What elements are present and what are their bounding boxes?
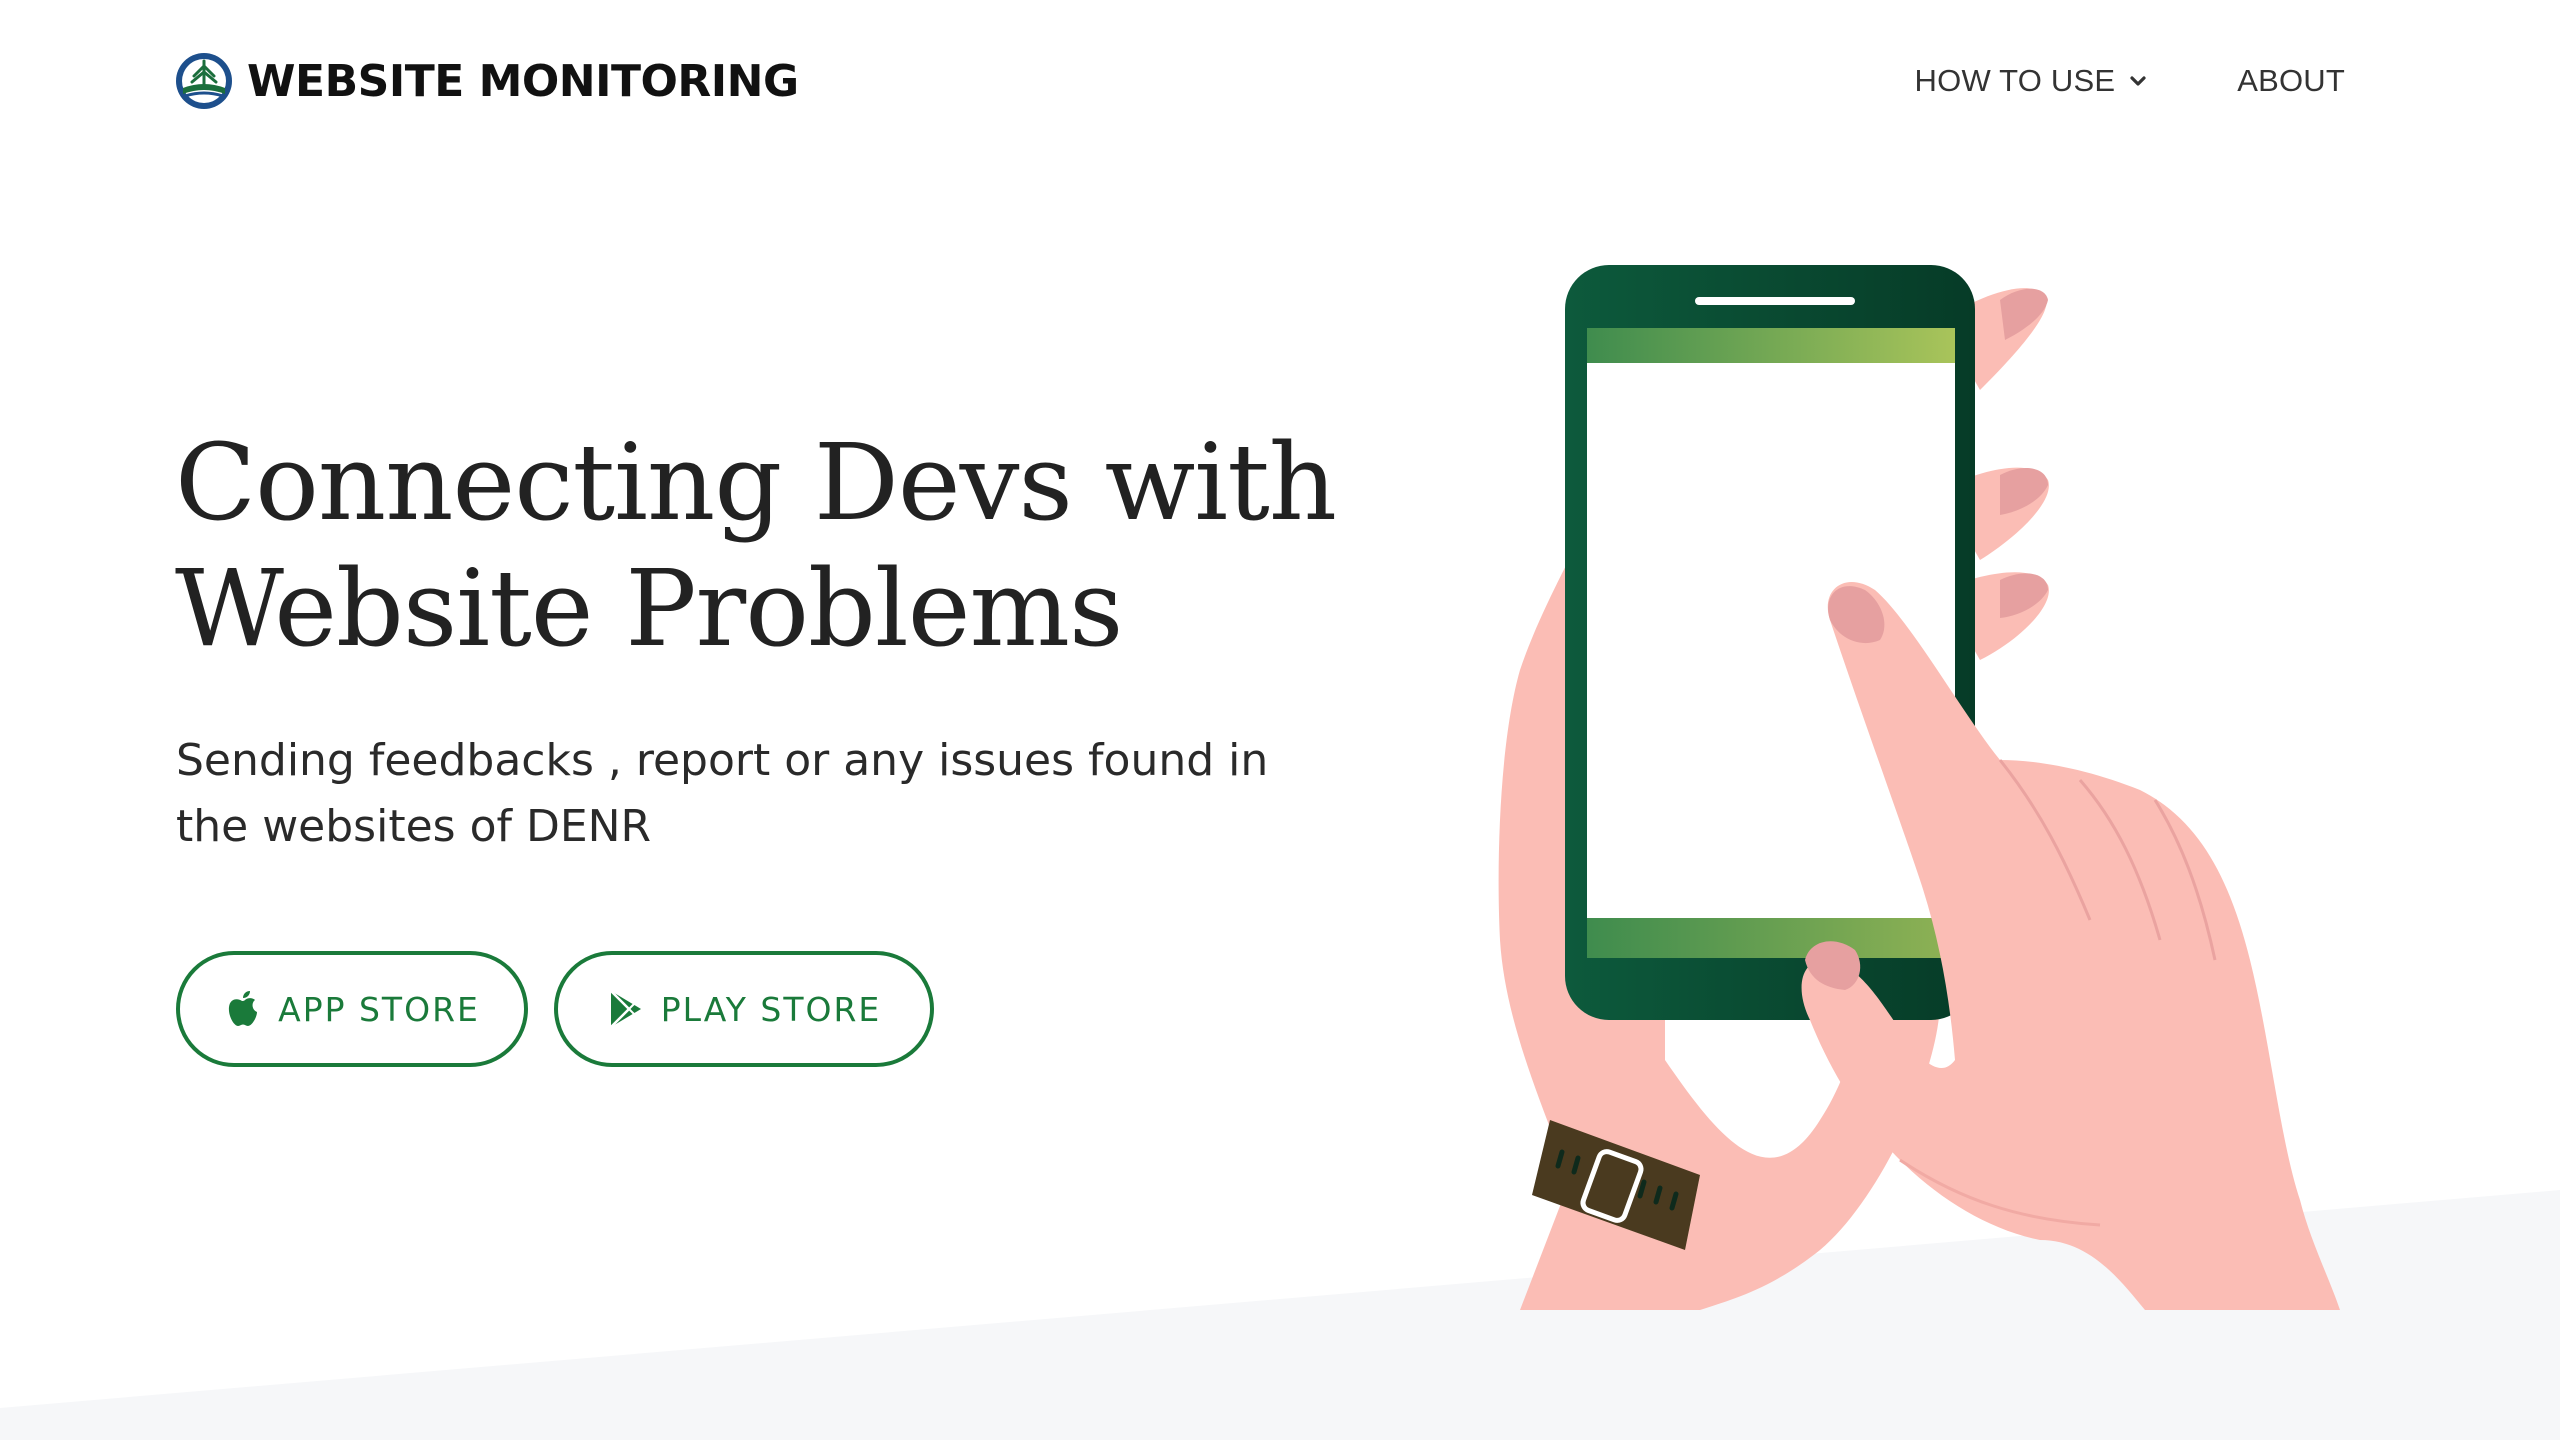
main-nav: HOW TO USE ABOUT — [1915, 63, 2345, 99]
hands-holding-phone-illustration — [1498, 265, 2340, 1310]
brand-name: WEBSITE MONITORING — [247, 55, 799, 107]
nav-about[interactable]: ABOUT — [2237, 63, 2345, 99]
hero-title-line-1: Connecting Devs with — [175, 421, 1337, 544]
nav-how-to-use[interactable]: HOW TO USE — [1915, 63, 2150, 99]
site-header: WEBSITE MONITORING HOW TO USE ABOUT — [175, 50, 2345, 112]
nav-how-to-use-label: HOW TO USE — [1914, 63, 2116, 98]
chevron-down-icon — [2130, 76, 2146, 86]
hero-title-line-2: Website Problems — [175, 547, 1123, 670]
hero-subtitle-line-1: Sending feedbacks , report or any issues… — [176, 735, 1269, 786]
denr-seal-logo-icon — [176, 53, 232, 109]
hero-subtitle: Sending feedbacks , report or any issues… — [176, 728, 1276, 860]
hero-subtitle-line-2: the websites of DENR — [176, 801, 652, 852]
hero-title: Connecting Devs with Website Problems — [175, 420, 1355, 672]
landing-page: WEBSITE MONITORING HOW TO USE ABOUT Conn… — [0, 0, 2560, 1440]
store-buttons: APP STORE PLAY STORE — [176, 951, 934, 1067]
app-store-label: APP STORE — [278, 989, 480, 1029]
apple-icon — [229, 991, 258, 1026]
app-store-button[interactable]: APP STORE — [176, 951, 528, 1067]
brand[interactable]: WEBSITE MONITORING — [175, 52, 799, 110]
play-store-icon — [609, 990, 641, 1028]
nav-about-label: ABOUT — [2237, 63, 2345, 98]
play-store-label: PLAY STORE — [660, 989, 882, 1029]
play-store-button[interactable]: PLAY STORE — [554, 951, 934, 1067]
